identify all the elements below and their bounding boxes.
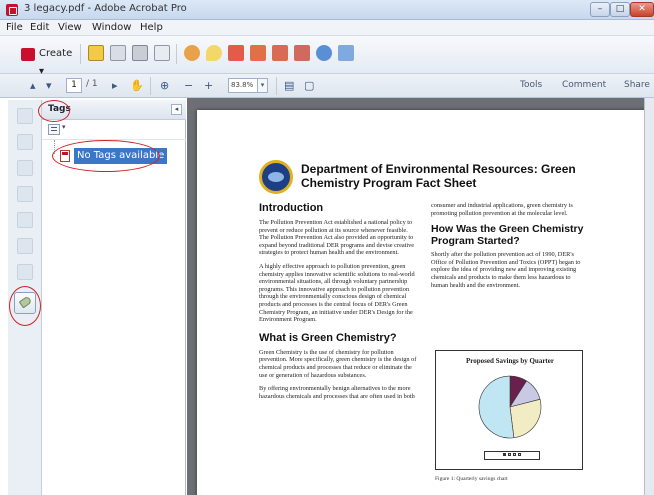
- paragraph: Shortly after the pollution prevention a…: [431, 251, 581, 289]
- tags-panel-header: Tags ◂: [42, 100, 186, 120]
- menu-file[interactable]: File: [6, 22, 23, 33]
- tree-connector: [54, 140, 55, 154]
- tags-pane-button[interactable]: [14, 292, 36, 314]
- paragraph: A highly effective approach to pollution…: [259, 262, 415, 324]
- tools-pane-tab[interactable]: Tools: [520, 80, 542, 90]
- create-icon: [21, 48, 35, 61]
- zoom-dropdown-arrow[interactable]: ▾: [258, 78, 268, 93]
- page-thumbnails-icon[interactable]: [17, 108, 33, 124]
- paragraph: consumer and industrial applications, gr…: [431, 202, 573, 217]
- toolbar-separator: [150, 77, 151, 95]
- legend-swatch-2: [508, 453, 511, 456]
- menu-help[interactable]: Help: [140, 22, 163, 33]
- email-icon[interactable]: [154, 45, 170, 61]
- attachments-icon[interactable]: [17, 160, 33, 176]
- close-button[interactable]: ✕: [630, 2, 654, 17]
- chart-legend: [484, 451, 540, 460]
- maximize-button[interactable]: □: [610, 2, 630, 17]
- toolbar-separator: [276, 77, 277, 95]
- main-toolbar: Create ▾: [0, 36, 654, 77]
- menu-view[interactable]: View: [58, 22, 82, 33]
- next-page-icon[interactable]: ▾: [46, 79, 52, 92]
- marquee-zoom-icon[interactable]: ⊕: [160, 79, 169, 92]
- zoom-in-icon[interactable]: +: [204, 79, 213, 92]
- fit-width-icon[interactable]: ▢: [304, 79, 314, 92]
- content-icon[interactable]: [17, 264, 33, 280]
- collaborate-icon[interactable]: [316, 45, 332, 61]
- navigation-pane-strip: [8, 100, 42, 495]
- print-icon[interactable]: [132, 45, 148, 61]
- heading-what-is-green-chemistry: What is Green Chemistry?: [259, 331, 397, 344]
- legend-swatch-1: [503, 453, 506, 456]
- paragraph: Green Chemistry is the use of chemistry …: [259, 348, 417, 379]
- chart-title: Proposed Savings by Quarter: [466, 357, 554, 365]
- window-title: 3 legacy.pdf - Adobe Acrobat Pro: [24, 3, 187, 14]
- document-title: Department of Environmental Resources: G…: [301, 162, 576, 190]
- legend-swatch-3: [513, 453, 516, 456]
- savings-chart: Proposed Savings by Quarter: [435, 350, 583, 470]
- save-icon[interactable]: [110, 45, 126, 61]
- secure-icon[interactable]: [250, 45, 266, 61]
- zoom-out-icon[interactable]: −: [184, 79, 193, 92]
- collapse-panel-button[interactable]: ◂: [171, 104, 182, 115]
- forms-icon[interactable]: [294, 45, 310, 61]
- navigation-toolbar: ▴ ▾ 1 / 1 ▸ ✋ ⊕ − + 83.8% ▾ ▤ ▢ Tools Co…: [0, 74, 654, 98]
- paragraph: The Pollution Prevention Act established…: [259, 219, 415, 257]
- pdf-page: Department of Environmental Resources: G…: [197, 110, 647, 495]
- combine-icon[interactable]: [228, 45, 244, 61]
- create-button[interactable]: Create ▾: [18, 44, 76, 77]
- export-icon[interactable]: [338, 45, 354, 61]
- minimize-button[interactable]: –: [590, 2, 610, 17]
- menu-bar: File Edit View Window Help: [0, 20, 654, 36]
- options-menu-icon[interactable]: [48, 124, 60, 135]
- menu-edit[interactable]: Edit: [30, 22, 49, 33]
- bookmarks-icon[interactable]: [17, 134, 33, 150]
- open-folder-icon[interactable]: [88, 45, 104, 61]
- zoom-level-input[interactable]: 83.8%: [228, 78, 258, 93]
- pdf-document-icon: [60, 150, 70, 162]
- sign-icon[interactable]: [272, 45, 288, 61]
- create-label: Create: [39, 48, 73, 59]
- tags-panel: Tags ◂ ▾ No Tags available: [42, 100, 186, 495]
- toolbar-separator: [80, 44, 81, 64]
- comment-pane-tab[interactable]: Comment: [562, 80, 606, 90]
- pie-chart: [478, 375, 542, 439]
- tag-tree-item-label: No Tags available: [74, 148, 168, 164]
- title-bar: 3 legacy.pdf - Adobe Acrobat Pro – □ ✕: [0, 0, 654, 20]
- previous-page-icon[interactable]: ▴: [30, 79, 36, 92]
- figure-caption: Figure 1: Quarterly savings chart: [435, 476, 508, 482]
- select-tool-icon[interactable]: ▸: [112, 79, 118, 92]
- page-number-input[interactable]: 1: [66, 78, 82, 93]
- model-tree-icon[interactable]: [17, 238, 33, 254]
- fit-page-icon[interactable]: ▤: [284, 79, 294, 92]
- comment-bubble-icon[interactable]: [206, 45, 222, 61]
- page-total: / 1: [86, 79, 98, 89]
- signatures-icon[interactable]: [17, 186, 33, 202]
- menu-window[interactable]: Window: [92, 22, 131, 33]
- settings-gear-icon[interactable]: [184, 45, 200, 61]
- pie-slice-4: [478, 375, 515, 439]
- share-pane-tab[interactable]: Share: [624, 80, 650, 90]
- right-text-column: consumer and industrial applications, gr…: [431, 202, 587, 289]
- acrobat-app-icon: [6, 4, 18, 16]
- department-seal-logo: [259, 160, 293, 194]
- legend-swatch-4: [518, 453, 521, 456]
- layers-icon[interactable]: [17, 212, 33, 228]
- hand-tool-icon[interactable]: ✋: [130, 79, 144, 92]
- left-text-column: Introduction The Pollution Prevention Ac…: [259, 202, 417, 400]
- tag-icon: [18, 295, 33, 309]
- document-viewport[interactable]: Department of Environmental Resources: G…: [187, 98, 654, 495]
- heading-introduction: Introduction: [259, 202, 324, 214]
- tags-panel-toolbar: ▾: [42, 120, 186, 140]
- options-dropdown-arrow[interactable]: ▾: [62, 123, 66, 131]
- paragraph: By offering environmentally benign alter…: [259, 385, 415, 400]
- toolbar-separator: [176, 44, 177, 64]
- tags-panel-title: Tags: [48, 104, 71, 114]
- vertical-scrollbar[interactable]: [644, 98, 654, 495]
- heading-how-started: How Was the Green Chemistry Program Star…: [431, 223, 584, 248]
